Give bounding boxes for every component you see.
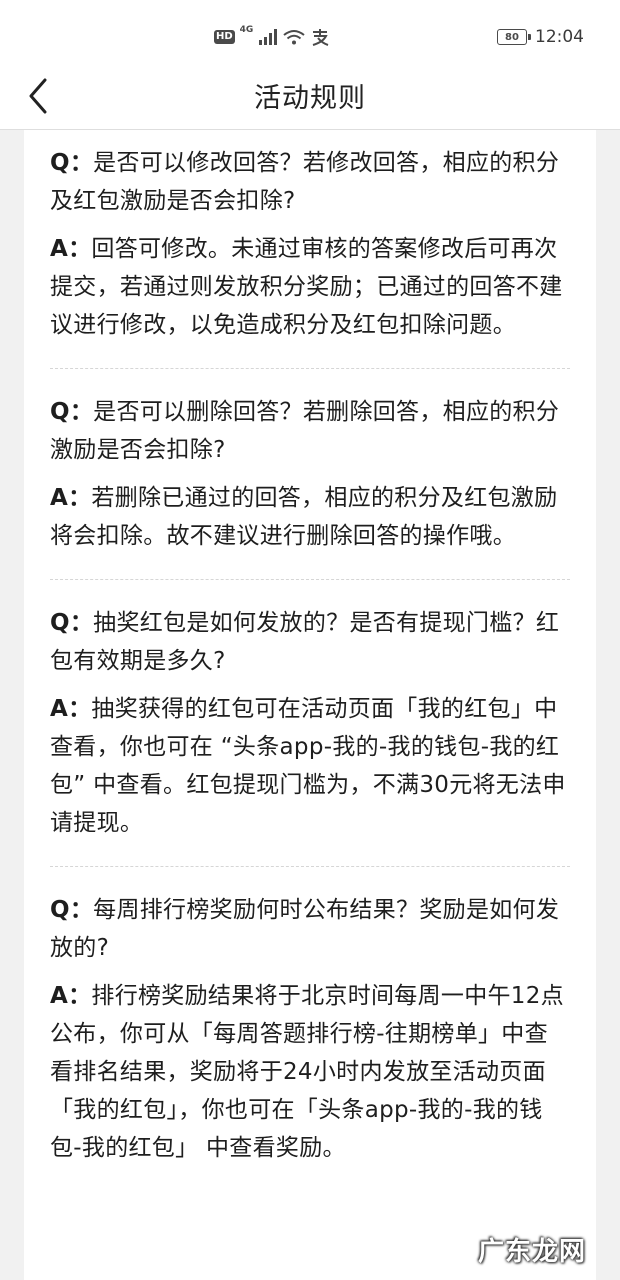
faq-item: Q：每周排行榜奖励何时公布结果？奖励是如何发放的? A：排行榜奖励结果将于北京时… [50,866,570,1191]
faq-answer: A：抽奖获得的红包可在活动页面「我的红包」中查看，你也可在 “头条app-我的-… [50,690,570,866]
faq-question: Q：抽奖红包是如何发放的？是否有提现门槛？红包有效期是多久? [50,604,570,680]
battery-icon: 80 [497,29,531,45]
faq-question: Q：是否可以删除回答？若删除回答，相应的积分激励是否会扣除? [50,393,570,469]
answer-text: 抽奖获得的红包可在活动页面「我的红包」中查看，你也可在 “头条app-我的-我的… [50,696,566,836]
faq-item: Q：是否可以删除回答？若删除回答，相应的积分激励是否会扣除? A：若删除已通过的… [50,368,570,579]
status-icons: HD 4G [214,25,330,48]
hd-icon: HD [214,30,235,44]
answer-prefix: A： [50,485,92,511]
watermark: 广东龙网 [477,1237,586,1267]
answer-text: 回答可修改。未通过审核的答案修改后可再次提交，若通过则发放积分奖励；已通过的回答… [50,236,563,338]
faq-question: Q：每周排行榜奖励何时公布结果？奖励是如何发放的? [50,891,570,967]
answer-text: 若删除已通过的回答，相应的积分及红包激励将会扣除。故不建议进行删除回答的操作哦。 [50,485,558,549]
wifi-icon [283,30,305,45]
alipay-icon [313,29,329,46]
battery-level: 80 [505,31,519,43]
question-text: 是否可以删除回答？若删除回答，相应的积分激励是否会扣除? [50,399,560,463]
question-prefix: Q： [50,897,94,923]
question-text: 是否可以修改回答？若修改回答，相应的积分及红包激励是否会扣除? [50,150,560,214]
faq-item: Q：抽奖红包是如何发放的？是否有提现门槛？红包有效期是多久? A：抽奖获得的红包… [50,579,570,866]
question-prefix: Q： [50,610,94,636]
answer-prefix: A： [50,983,92,1009]
faq-item: Q：是否可以修改回答？若修改回答，相应的积分及红包激励是否会扣除? A：回答可修… [50,130,570,368]
network-type-label: 4G [239,25,254,35]
question-text: 每周排行榜奖励何时公布结果？奖励是如何发放的? [50,897,560,961]
nav-bar: 活动规则 [0,62,620,130]
page-title: 活动规则 [254,83,366,114]
question-prefix: Q： [50,150,94,176]
answer-text: 排行榜奖励结果将于北京时间每周一中午12点公布，你可从「每周答题排行榜-往期榜单… [50,983,564,1161]
faq-answer: A：若删除已通过的回答，相应的积分及红包激励将会扣除。故不建议进行删除回答的操作… [50,479,570,579]
faq-answer: A：回答可修改。未通过审核的答案修改后可再次提交，若通过则发放积分奖励；已通过的… [50,230,570,368]
status-bar: HD 4G 80 12:04 [0,0,620,62]
clock: 12:04 [535,27,584,47]
faq-list[interactable]: Q：是否可以修改回答？若修改回答，相应的积分及红包激励是否会扣除? A：回答可修… [24,130,596,1280]
answer-prefix: A： [50,236,92,262]
question-prefix: Q： [50,399,94,425]
answer-prefix: A： [50,696,92,722]
signal-icon [259,29,278,45]
status-right: 80 12:04 [497,26,584,48]
faq-question: Q：是否可以修改回答？若修改回答，相应的积分及红包激励是否会扣除? [50,144,570,220]
question-text: 抽奖红包是如何发放的？是否有提现门槛？红包有效期是多久? [50,610,560,674]
faq-answer: A：排行榜奖励结果将于北京时间每周一中午12点公布，你可从「每周答题排行榜-往期… [50,977,570,1191]
